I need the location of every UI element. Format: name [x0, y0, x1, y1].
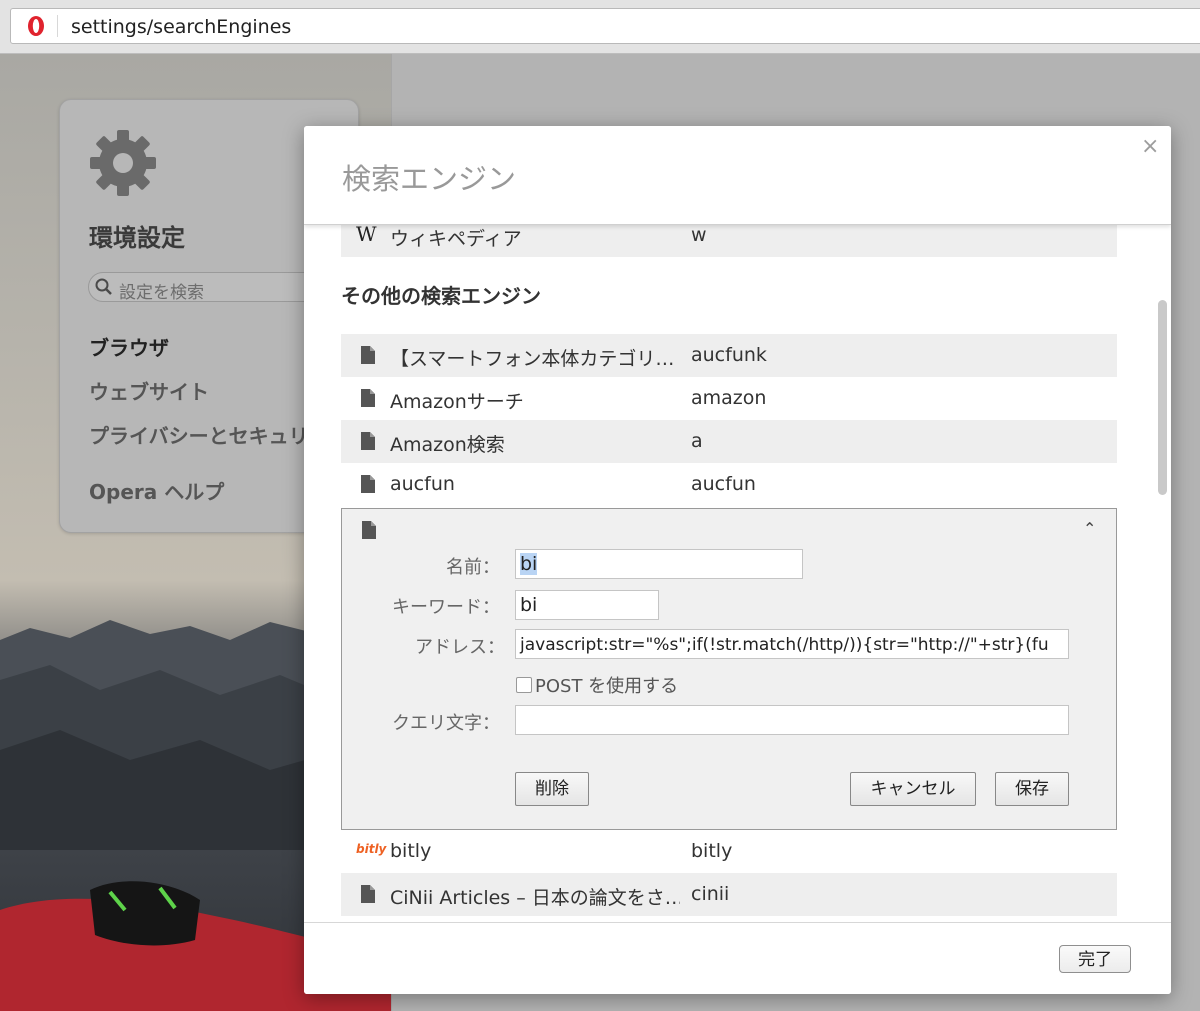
nav-item-help[interactable]: Opera ヘルプ	[89, 476, 224, 505]
engine-row[interactable]: CiNii Articles – 日本の論文をさ… cinii	[341, 873, 1117, 916]
bitly-icon: bitly	[356, 842, 387, 856]
name-field[interactable]: bi	[515, 549, 803, 579]
page-icon	[361, 389, 375, 407]
search-engines-dialog: 検索エンジン × W ウィキペディア w その他の検索エンジン 【スマートフォン…	[304, 126, 1171, 994]
page-icon	[362, 521, 376, 539]
engine-keyword: aucfunk	[691, 344, 767, 366]
nav-item-browser[interactable]: ブラウザ	[89, 332, 169, 361]
address-label: アドレス：	[415, 637, 505, 658]
dialog-scrollbar[interactable]	[1158, 300, 1167, 495]
page-icon	[361, 885, 375, 903]
collapse-caret-icon[interactable]: ⌃	[1083, 519, 1096, 538]
engine-keyword: bitly	[691, 840, 733, 862]
dialog-body: W ウィキペディア w その他の検索エンジン 【スマートフォン本体カテゴリ… a…	[304, 224, 1171, 922]
address-bar-area: settings/searchEngines	[0, 0, 1200, 54]
engine-row[interactable]: Amazon検索 a	[341, 420, 1117, 463]
engine-row[interactable]: aucfun aucfun	[341, 463, 1117, 506]
engine-name: Amazon検索	[390, 434, 505, 456]
search-placeholder: 設定を検索	[119, 283, 204, 303]
cancel-button[interactable]: キャンセル	[850, 772, 976, 806]
nav-item-privacy[interactable]: プライバシーとセキュリ	[89, 420, 309, 449]
engine-name: 【スマートフォン本体カテゴリ…	[390, 348, 675, 370]
save-button[interactable]: 保存	[995, 772, 1069, 806]
dialog-header: 検索エンジン ×	[304, 126, 1171, 225]
engine-edit-panel: ⌃ 名前： bi キーワード： bi アドレス： javascript:str=…	[341, 508, 1117, 830]
wikipedia-icon: W	[356, 224, 377, 246]
keyword-label: キーワード：	[392, 597, 500, 618]
engine-keyword: a	[691, 430, 703, 452]
engine-name: aucfun	[390, 473, 455, 495]
dialog-footer: 完了	[304, 922, 1171, 994]
done-button[interactable]: 完了	[1059, 945, 1131, 973]
address-bar[interactable]: settings/searchEngines	[10, 8, 1200, 44]
engine-keyword: amazon	[691, 387, 767, 409]
search-icon	[95, 278, 112, 295]
name-label: 名前：	[446, 557, 500, 578]
query-label: クエリ文字：	[392, 713, 500, 734]
gear-icon	[90, 130, 156, 196]
query-field[interactable]	[515, 705, 1069, 735]
delete-button[interactable]: 削除	[515, 772, 589, 806]
engine-keyword: cinii	[691, 883, 730, 905]
engine-row[interactable]: 【スマートフォン本体カテゴリ… aucfunk	[341, 334, 1117, 377]
engine-name: bitly	[390, 840, 432, 862]
engine-name: ウィキペディア	[390, 228, 522, 250]
page-icon	[361, 432, 375, 450]
engine-row[interactable]: Amazonサーチ amazon	[341, 377, 1117, 420]
keyword-field[interactable]: bi	[515, 590, 659, 620]
address-field[interactable]: javascript:str="%s";if(!str.match(/http/…	[515, 629, 1069, 659]
close-icon[interactable]: ×	[1141, 134, 1159, 159]
dialog-title: 検索エンジン	[342, 162, 517, 196]
engine-keyword: w	[691, 224, 707, 246]
page-icon	[361, 475, 375, 493]
settings-search-input[interactable]: 設定を検索	[88, 272, 328, 303]
post-checkbox[interactable]	[516, 677, 532, 693]
address-divider	[57, 15, 58, 37]
other-engines-heading: その他の検索エンジン	[341, 284, 541, 308]
opera-logo-icon[interactable]	[27, 15, 45, 37]
post-checkbox-label[interactable]: POST を使用する	[535, 672, 678, 698]
engine-keyword: aucfun	[691, 473, 756, 495]
address-url[interactable]: settings/searchEngines	[71, 16, 291, 38]
page-icon	[361, 346, 375, 364]
engine-row-wikipedia[interactable]: W ウィキペディア w	[341, 224, 1117, 257]
engine-name: Amazonサーチ	[390, 391, 524, 413]
nav-item-websites[interactable]: ウェブサイト	[89, 376, 209, 405]
engine-name: CiNii Articles – 日本の論文をさ…	[390, 887, 680, 909]
settings-title: 環境設定	[89, 224, 185, 252]
name-value: bi	[520, 553, 538, 575]
engine-row-bitly[interactable]: bitly bitly bitly	[341, 830, 1117, 873]
